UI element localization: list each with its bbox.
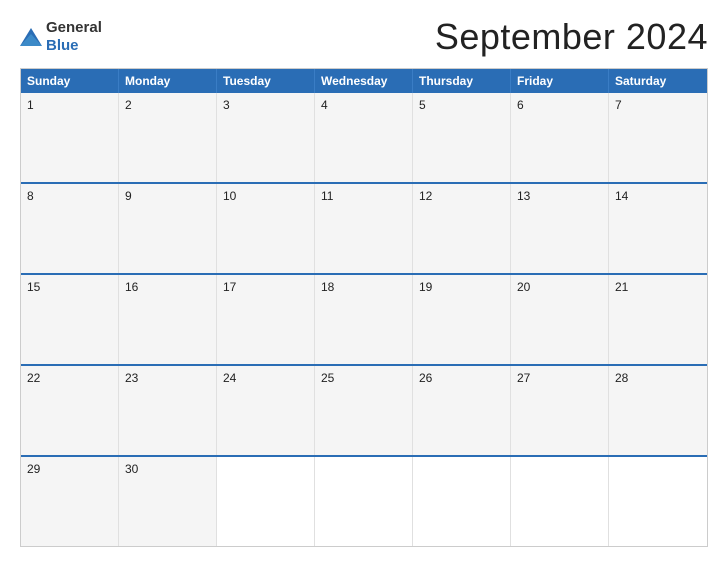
logo-general: General [46, 19, 102, 36]
day-headers-row: Sunday Monday Tuesday Wednesday Thursday… [21, 69, 707, 93]
day-empty-1 [217, 457, 315, 546]
day-22: 22 [21, 366, 119, 455]
week-2: 8 9 10 11 12 13 14 [21, 182, 707, 273]
day-empty-2 [315, 457, 413, 546]
day-21: 21 [609, 275, 707, 364]
header-thursday: Thursday [413, 69, 511, 93]
weeks-container: 1 2 3 4 5 6 7 8 9 10 11 12 13 14 15 16 [21, 93, 707, 546]
day-12: 12 [413, 184, 511, 273]
day-15: 15 [21, 275, 119, 364]
day-24: 24 [217, 366, 315, 455]
day-29: 29 [21, 457, 119, 546]
day-empty-3 [413, 457, 511, 546]
day-23: 23 [119, 366, 217, 455]
day-17: 17 [217, 275, 315, 364]
header-tuesday: Tuesday [217, 69, 315, 93]
header-friday: Friday [511, 69, 609, 93]
header-saturday: Saturday [609, 69, 707, 93]
day-19: 19 [413, 275, 511, 364]
day-25: 25 [315, 366, 413, 455]
day-3: 3 [217, 93, 315, 182]
calendar-page: General Blue September 2024 Sunday Monda… [0, 0, 728, 563]
day-18: 18 [315, 275, 413, 364]
day-16: 16 [119, 275, 217, 364]
logo-text: General Blue [46, 19, 102, 55]
calendar-title: September 2024 [435, 16, 708, 58]
day-26: 26 [413, 366, 511, 455]
day-10: 10 [217, 184, 315, 273]
header-wednesday: Wednesday [315, 69, 413, 93]
day-11: 11 [315, 184, 413, 273]
day-2: 2 [119, 93, 217, 182]
day-28: 28 [609, 366, 707, 455]
day-5: 5 [413, 93, 511, 182]
day-14: 14 [609, 184, 707, 273]
week-1: 1 2 3 4 5 6 7 [21, 93, 707, 182]
day-8: 8 [21, 184, 119, 273]
day-9: 9 [119, 184, 217, 273]
week-3: 15 16 17 18 19 20 21 [21, 273, 707, 364]
week-5: 29 30 [21, 455, 707, 546]
calendar-grid: Sunday Monday Tuesday Wednesday Thursday… [20, 68, 708, 547]
logo-icon [20, 28, 42, 46]
header: General Blue September 2024 [20, 16, 708, 58]
day-empty-5 [609, 457, 707, 546]
day-7: 7 [609, 93, 707, 182]
day-6: 6 [511, 93, 609, 182]
header-sunday: Sunday [21, 69, 119, 93]
day-1: 1 [21, 93, 119, 182]
week-4: 22 23 24 25 26 27 28 [21, 364, 707, 455]
logo: General Blue [20, 19, 102, 55]
day-27: 27 [511, 366, 609, 455]
day-4: 4 [315, 93, 413, 182]
logo-blue: Blue [46, 37, 79, 54]
day-empty-4 [511, 457, 609, 546]
header-monday: Monday [119, 69, 217, 93]
day-13: 13 [511, 184, 609, 273]
day-30: 30 [119, 457, 217, 546]
day-20: 20 [511, 275, 609, 364]
